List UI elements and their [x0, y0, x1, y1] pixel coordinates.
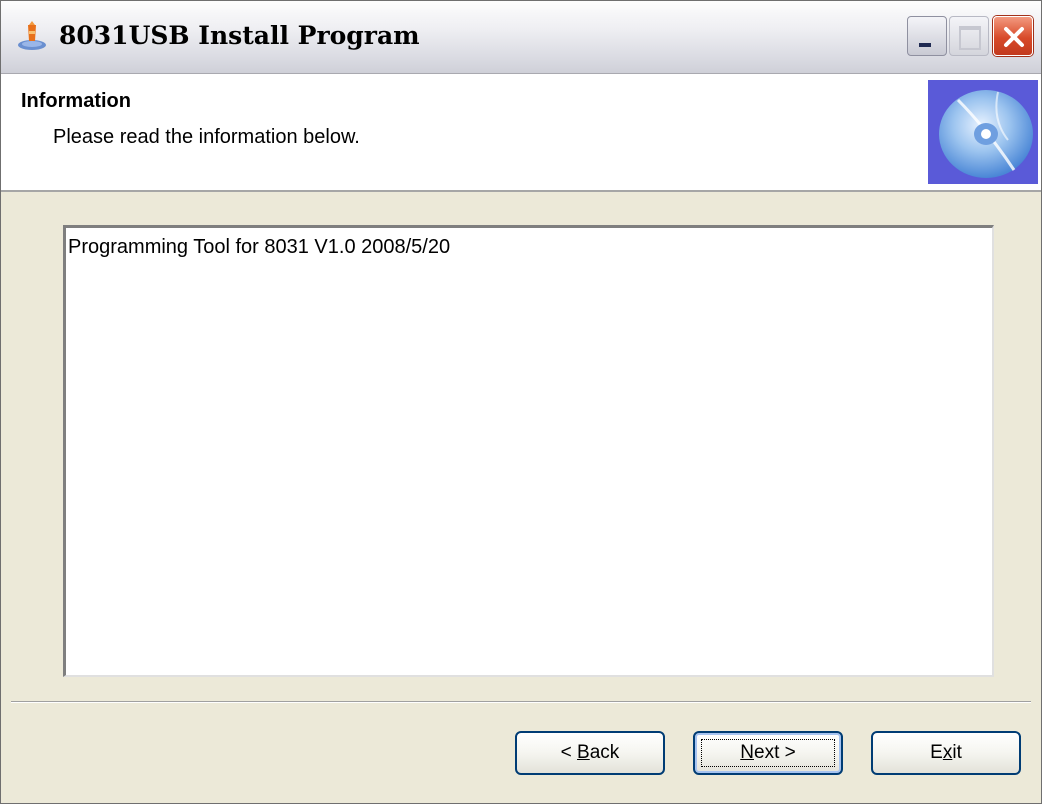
install-window: 8031USB Install Program Information Plea…	[0, 0, 1042, 804]
close-icon[interactable]	[993, 16, 1033, 56]
information-textbox[interactable]: Programming Tool for 8031 V1.0 2008/5/20	[63, 225, 994, 677]
minimize-icon[interactable]	[907, 16, 947, 56]
cd-disc-icon	[928, 80, 1038, 184]
information-text: Programming Tool for 8031 V1.0 2008/5/20	[68, 236, 451, 258]
next-label-suffix: ext >	[754, 742, 796, 763]
installer-icon	[15, 19, 49, 53]
back-label-prefix: <	[560, 742, 578, 763]
separator-line	[11, 701, 1031, 703]
exit-label-accel: x	[942, 742, 953, 763]
page-subtitle: Please read the information below.	[53, 126, 360, 148]
maximize-icon	[949, 16, 989, 56]
exit-button[interactable]: Ex it	[871, 731, 1021, 775]
window-title: 8031USB Install Program	[59, 21, 420, 50]
title-bar[interactable]: 8031USB Install Program	[1, 1, 1041, 74]
back-label-suffix: ack	[589, 742, 620, 763]
next-button[interactable]: Next >	[693, 731, 843, 775]
back-label-accel: B	[577, 742, 590, 763]
exit-label-suffix: it	[952, 742, 962, 763]
exit-label-prefix: E	[930, 742, 943, 763]
next-label-accel: N	[740, 742, 754, 763]
back-button[interactable]: < Back	[515, 731, 665, 775]
page-title: Information	[21, 90, 131, 112]
page-header: Information Please read the information …	[1, 74, 1041, 192]
